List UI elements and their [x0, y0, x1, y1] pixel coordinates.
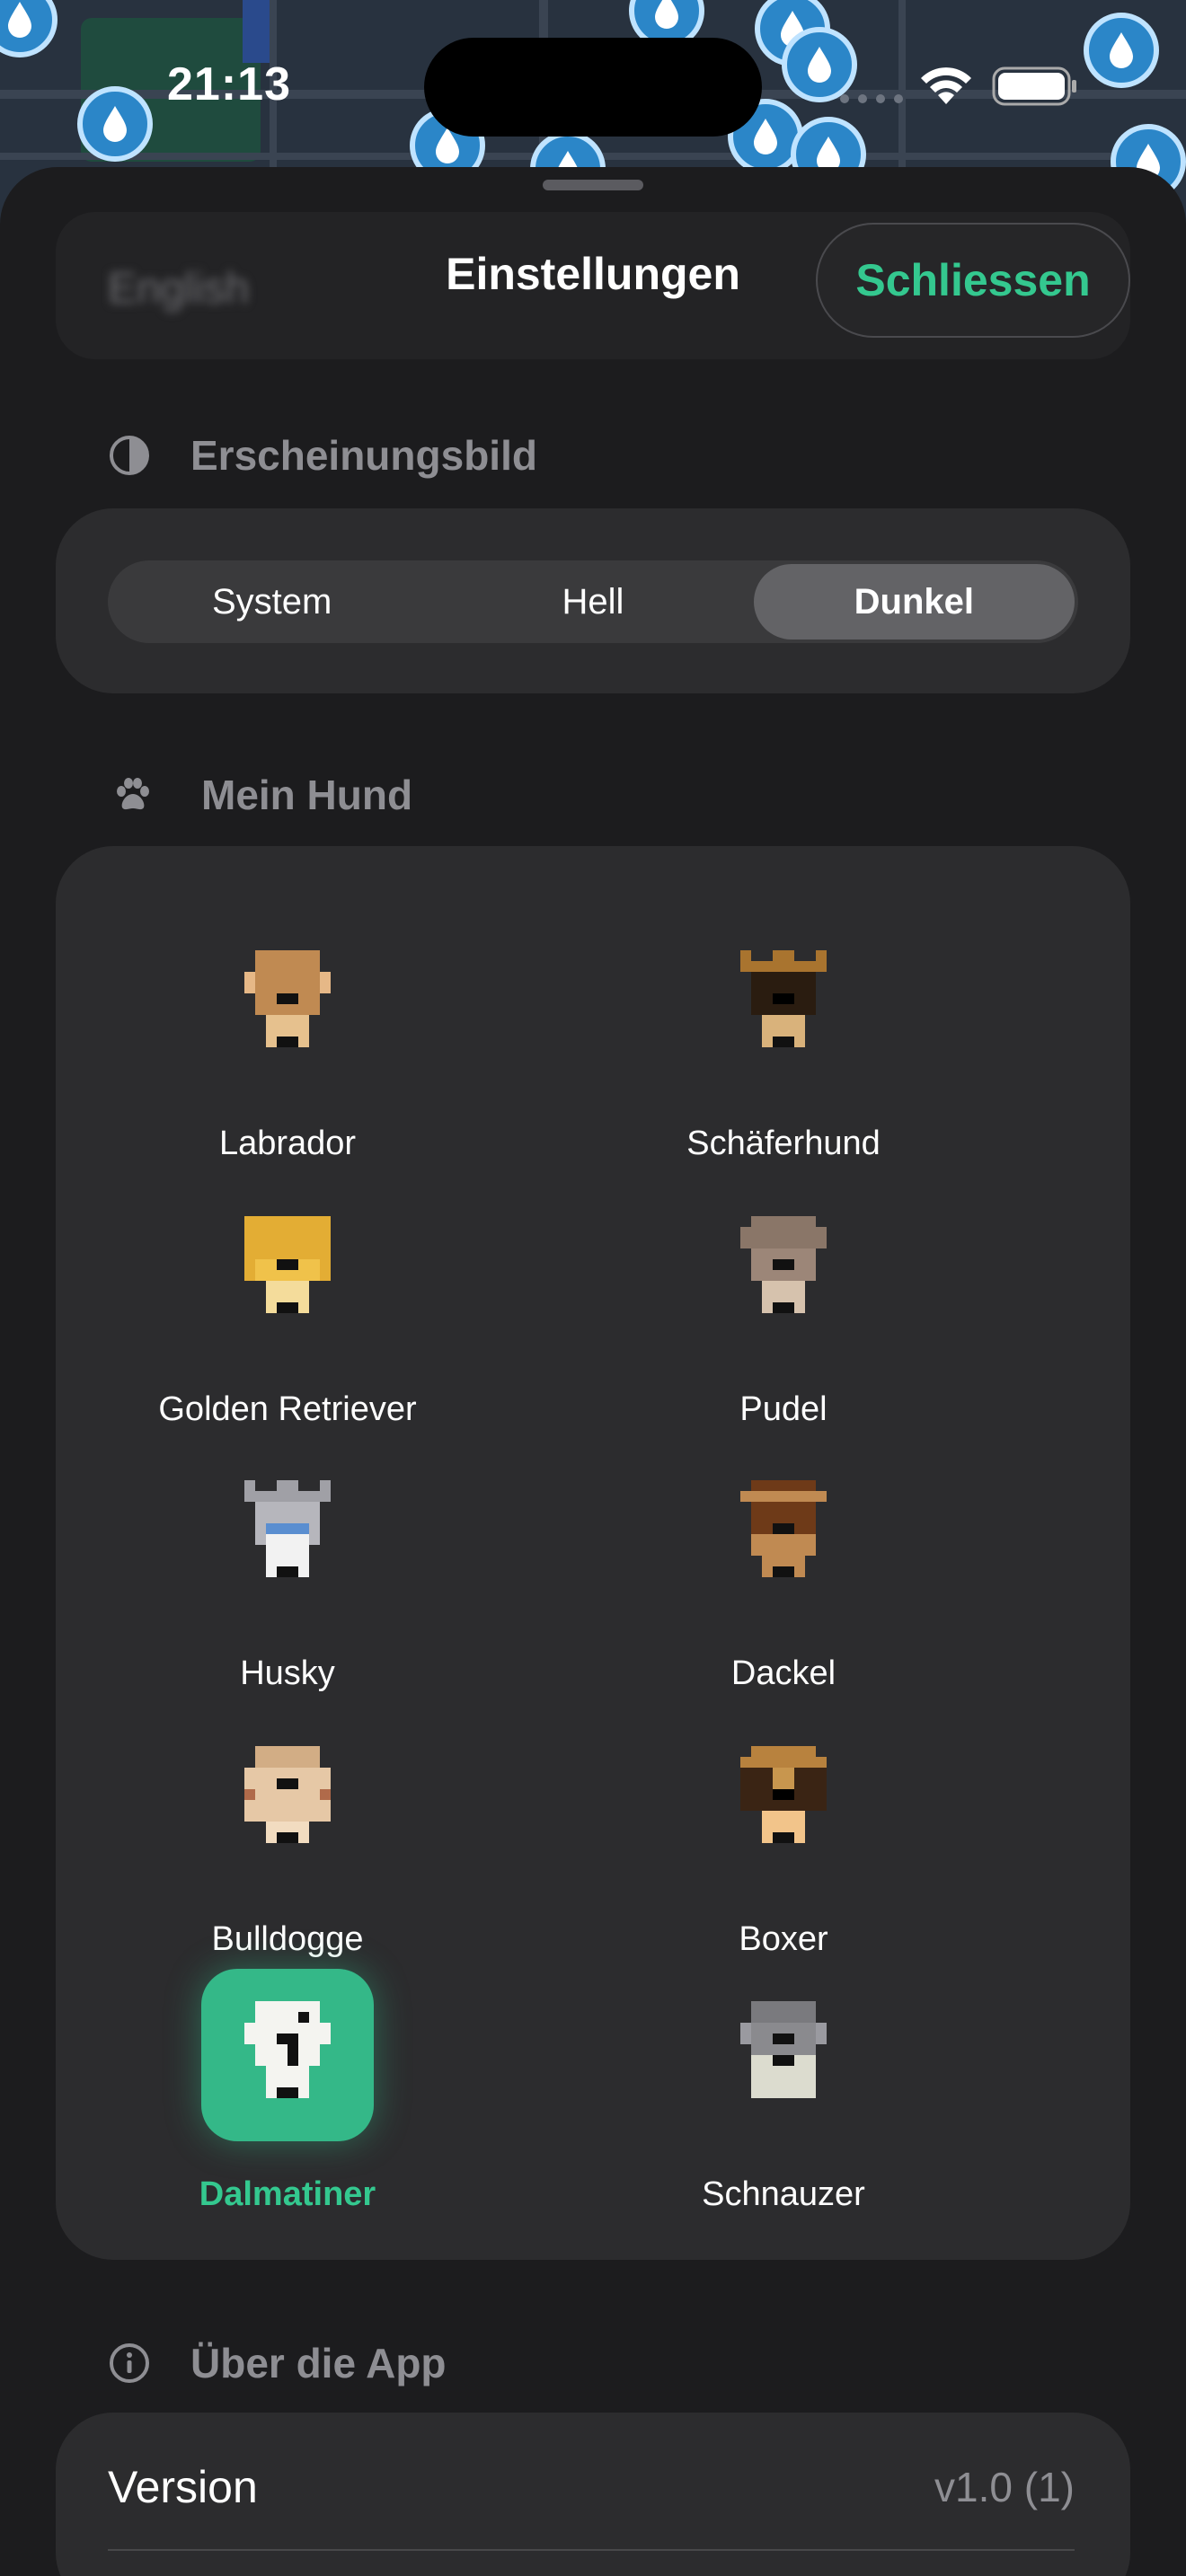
water-pin-icon[interactable] [1084, 13, 1159, 88]
bulldogge-icon [244, 1746, 331, 1843]
dalmatiner-icon [244, 2001, 331, 2098]
dog-option-schnauzer[interactable]: Schnauzer [559, 1969, 1008, 2214]
signal-dots-icon [840, 94, 903, 103]
water-pin-icon[interactable] [782, 27, 857, 102]
schaeferhund-icon [740, 950, 827, 1047]
close-button[interactable]: Schliessen [816, 223, 1130, 338]
dog-option-schaeferhund[interactable]: Schäferhund [559, 918, 1008, 1163]
dog-label: Dalmatiner [199, 2175, 376, 2213]
contrast-icon [110, 436, 149, 475]
water-pin-icon[interactable] [77, 86, 153, 162]
dog-label: Schnauzer [702, 2175, 865, 2213]
golden-retriever-icon [244, 1216, 331, 1313]
dog-section-label: Mein Hund [201, 772, 413, 818]
pudel-icon [740, 1216, 827, 1313]
dackel-icon [740, 1480, 827, 1577]
version-value: v1.0 (1) [934, 2464, 1075, 2510]
appearance-card: System Hell Dunkel [56, 508, 1130, 693]
dog-option-boxer[interactable]: Boxer [559, 1714, 1008, 1959]
dog-label: Golden Retriever [158, 1390, 417, 1428]
dog-grid: Labrador Schäferhund Golden Retriever Pu… [56, 846, 1130, 2260]
dog-option-labrador[interactable]: Labrador [63, 918, 512, 1163]
about-card: Version v1.0 (1) [56, 2413, 1130, 2576]
segment-system[interactable]: System [111, 564, 432, 640]
dog-option-pudel[interactable]: Pudel [559, 1184, 1008, 1429]
version-label: Version [108, 2462, 258, 2512]
appearance-section-header: Erscheinungsbild [108, 431, 537, 480]
dynamic-island [424, 38, 762, 137]
wifi-icon [921, 67, 971, 104]
info-icon [110, 2343, 149, 2383]
dog-option-golden-retriever[interactable]: Golden Retriever [63, 1184, 512, 1429]
boxer-icon [740, 1746, 827, 1843]
dog-option-dackel[interactable]: Dackel [559, 1448, 1008, 1693]
dog-section-header: Mein Hund [111, 771, 412, 819]
sheet-grabber[interactable] [543, 180, 643, 190]
dog-label: Pudel [739, 1390, 828, 1428]
schnauzer-icon [740, 2001, 827, 2098]
labrador-icon [244, 950, 331, 1047]
dog-label: Husky [240, 1654, 335, 1692]
page-title: Einstellungen [446, 249, 740, 299]
paw-icon [117, 778, 149, 810]
dog-option-dalmatiner[interactable]: Dalmatiner [63, 1969, 512, 2214]
water-pin-icon[interactable] [0, 0, 58, 57]
dog-option-bulldogge[interactable]: Bulldogge [63, 1714, 512, 1959]
dog-label: Bulldogge [211, 1920, 364, 1958]
appearance-segmented-control[interactable]: System Hell Dunkel [108, 560, 1078, 643]
segment-dunkel[interactable]: Dunkel [753, 564, 1075, 640]
dog-label: Boxer [739, 1920, 828, 1958]
about-section-header: Über die App [108, 2339, 447, 2387]
dog-option-husky[interactable]: Husky [63, 1448, 512, 1693]
appearance-section-label: Erscheinungsbild [190, 432, 537, 479]
husky-icon [244, 1480, 331, 1577]
dog-card: Labrador Schäferhund Golden Retriever Pu… [56, 846, 1130, 2260]
segment-hell[interactable]: Hell [432, 564, 753, 640]
dog-label: Labrador [218, 1125, 357, 1162]
dalmatiner-tile-selected [201, 1969, 374, 2141]
about-section-label: Über die App [190, 2340, 447, 2386]
battery-icon [992, 66, 1076, 106]
dog-label: Schäferhund [686, 1125, 881, 1162]
dog-label: Dackel [730, 1654, 836, 1692]
divider [108, 2549, 1075, 2551]
status-time: 21:13 [167, 58, 291, 110]
language-label[interactable]: English [108, 264, 249, 313]
